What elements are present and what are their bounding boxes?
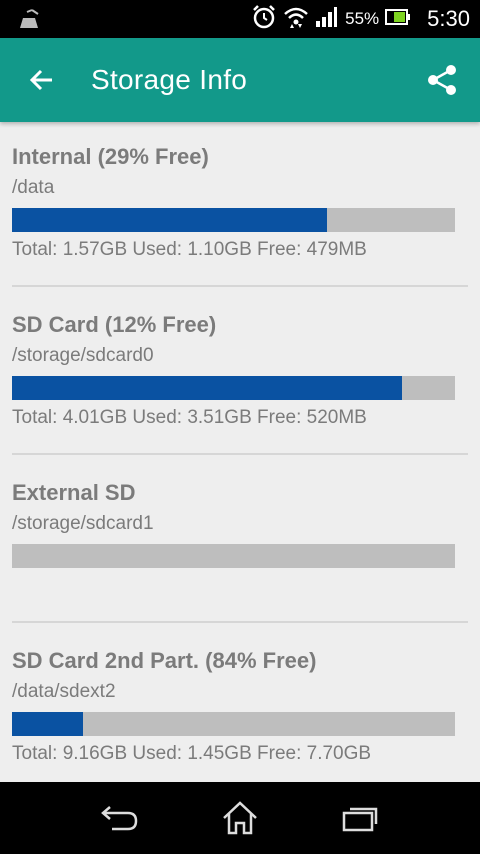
storage-stats: Total: 4.01GB Used: 3.51GB Free: 520MB <box>12 407 367 428</box>
storage-usage-bar <box>12 208 455 232</box>
navigation-bar <box>0 782 480 854</box>
storage-usage-fill <box>12 376 402 400</box>
clock: 5:30 <box>427 6 470 31</box>
storage-usage-fill <box>12 712 83 736</box>
storage-stats: Total: 1.57GB Used: 1.10GB Free: 479MB <box>12 239 367 260</box>
status-bar: 55% 5:30 <box>0 0 480 38</box>
storage-card-sd-card-2nd-part: SD Card 2nd Part. (84% Free) /data/sdext… <box>0 626 480 794</box>
page-title: Storage Info <box>91 64 248 95</box>
wifi-icon <box>283 5 309 34</box>
nav-recent-apps-button[interactable] <box>338 798 382 838</box>
nav-home-button[interactable] <box>218 798 262 838</box>
divider <box>12 453 468 455</box>
nav-back-button[interactable] <box>98 798 142 838</box>
storage-stats: Total: 9.16GB Used: 1.45GB Free: 7.70GB <box>12 743 372 764</box>
back-button[interactable] <box>22 60 62 100</box>
share-button[interactable] <box>422 60 462 100</box>
app-bar: Storage Info <box>0 38 480 122</box>
storage-usage-bar <box>12 544 455 568</box>
storage-title: Internal (29% Free) <box>12 144 209 169</box>
storage-path: /data <box>12 177 55 198</box>
storage-card-external-sd: External SD /storage/sdcard1 <box>0 458 480 626</box>
arrow-left-icon <box>29 69 52 91</box>
storage-path: /storage/sdcard1 <box>12 513 154 534</box>
storage-title: External SD <box>12 480 136 505</box>
divider <box>12 621 468 623</box>
storage-usage-bar <box>12 376 455 400</box>
divider <box>12 285 468 287</box>
storage-usage-fill <box>12 208 327 232</box>
storage-title: SD Card (12% Free) <box>12 312 217 337</box>
storage-title: SD Card 2nd Part. (84% Free) <box>12 648 317 673</box>
storage-card-sd-card: SD Card (12% Free) /storage/sdcard0 Tota… <box>0 290 480 458</box>
storage-card-internal: Internal (29% Free) /data Total: 1.57GB … <box>0 122 480 290</box>
alarm-icon <box>251 4 277 35</box>
storage-path: /data/sdext2 <box>12 681 116 702</box>
battery-icon <box>385 8 411 31</box>
back-icon <box>101 806 138 831</box>
recent-apps-icon <box>342 807 378 832</box>
share-icon <box>428 65 456 95</box>
storage-usage-bar <box>12 712 455 736</box>
cleaner-icon <box>18 8 44 30</box>
storage-path: /storage/sdcard0 <box>12 345 154 366</box>
home-icon <box>223 801 257 835</box>
battery-percent: 55% <box>345 9 380 28</box>
signal-icon <box>315 6 338 33</box>
storage-list: Internal (29% Free) /data Total: 1.57GB … <box>0 122 480 782</box>
